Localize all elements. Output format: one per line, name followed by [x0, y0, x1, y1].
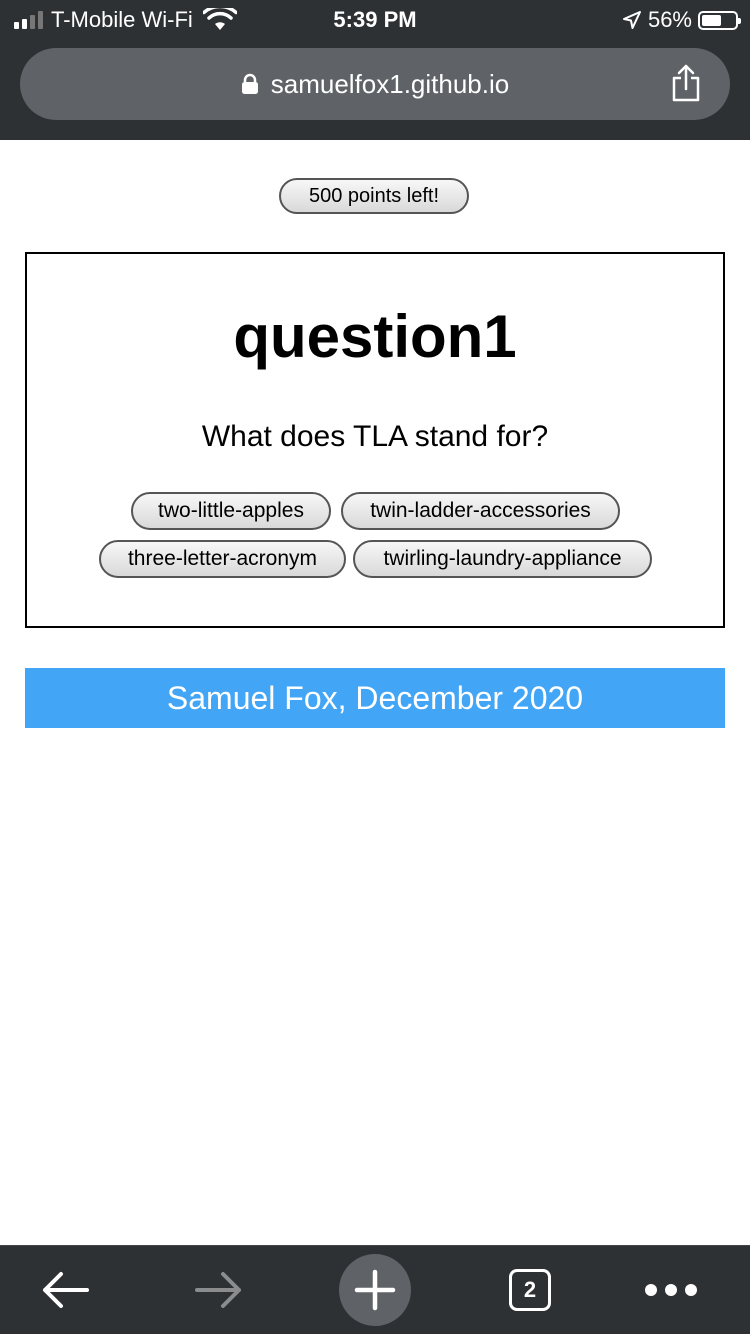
url-display[interactable]: samuelfox1.github.io — [20, 48, 730, 120]
forward-button[interactable] — [184, 1264, 254, 1316]
plus-icon — [354, 1269, 396, 1311]
tab-count: 2 — [509, 1269, 551, 1311]
share-icon[interactable] — [670, 64, 702, 102]
tabs-button[interactable]: 2 — [500, 1264, 560, 1316]
url-text: samuelfox1.github.io — [270, 68, 510, 99]
lock-icon — [241, 73, 258, 94]
location-arrow-icon — [622, 11, 641, 29]
browser-bottom-toolbar: 2 — [0, 1245, 750, 1334]
question-title: question1 — [233, 303, 517, 370]
battery-percent: 56% — [647, 7, 692, 32]
status-bar: T-Mobile Wi-Fi 5:39 PM 56% — [0, 0, 750, 42]
back-button[interactable] — [30, 1264, 100, 1316]
question-text: What does TLA stand for? — [201, 420, 549, 453]
more-dots-icon — [645, 1284, 697, 1296]
browser-top-chrome: T-Mobile Wi-Fi 5:39 PM 56% samuelfox1.gi… — [0, 0, 750, 140]
footer-banner: Samuel Fox, December 2020 — [25, 668, 725, 728]
forward-arrow-icon — [195, 1272, 241, 1308]
battery-icon — [698, 10, 741, 30]
points-left-button[interactable]: 500 points left! — [279, 178, 469, 214]
back-arrow-icon — [43, 1272, 89, 1308]
answer-button-three-letter-acronym[interactable]: three-letter-acronym — [99, 540, 346, 578]
question-card: question1 What does TLA stand for? two-l… — [25, 252, 725, 628]
status-right: 56% — [622, 7, 741, 33]
answer-button-two-little-apples[interactable]: two-little-apples — [131, 492, 331, 530]
more-menu-button[interactable] — [636, 1264, 706, 1316]
new-tab-button[interactable] — [339, 1254, 411, 1326]
answer-button-twin-ladder-accessories[interactable]: twin-ladder-accessories — [341, 492, 620, 530]
address-bar[interactable]: samuelfox1.github.io — [20, 48, 730, 120]
answer-button-twirling-laundry-appliance[interactable]: twirling-laundry-appliance — [353, 540, 652, 578]
